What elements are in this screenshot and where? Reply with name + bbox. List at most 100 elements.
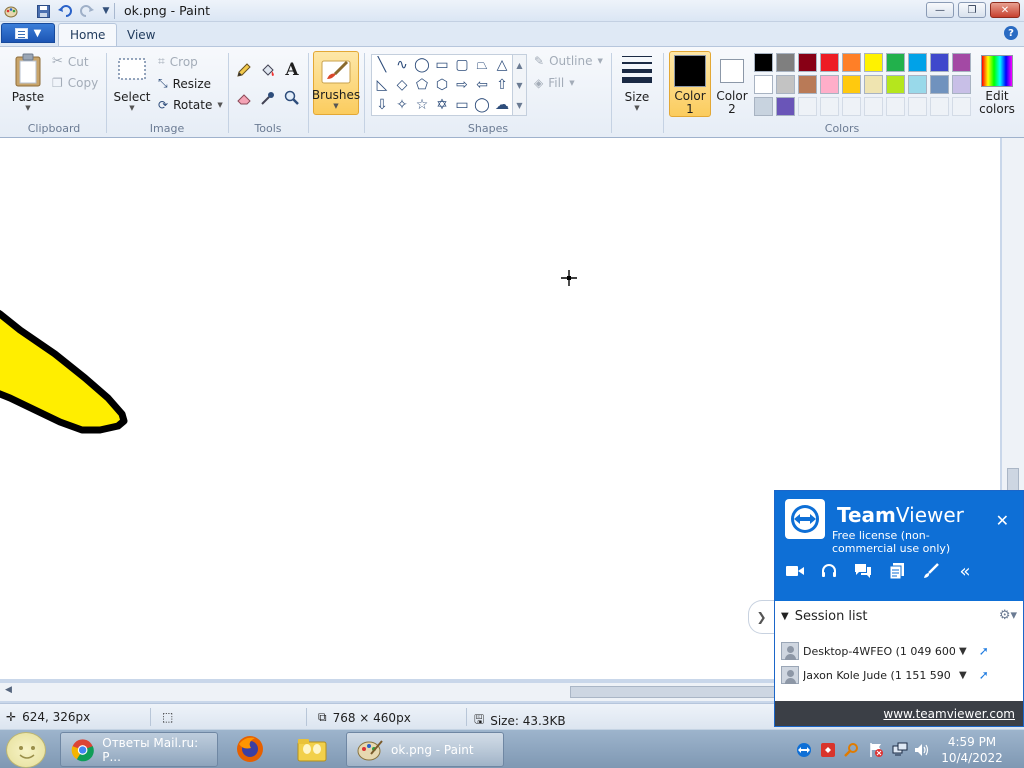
anydesk-tray-icon[interactable] <box>820 742 836 758</box>
curve-shape-icon[interactable]: ∿ <box>393 56 411 74</box>
customize-quick-access-icon[interactable]: ▼ <box>98 3 114 19</box>
cut-button[interactable]: ✂ Cut <box>52 54 89 69</box>
color-2-button[interactable]: Color 2 <box>712 52 752 116</box>
palette-color-swatch[interactable] <box>930 75 949 94</box>
search-key-tray-icon[interactable] <box>844 742 860 758</box>
rotate-button[interactable]: ⟳ Rotate ▼ <box>158 98 223 112</box>
cloud-callout-shape-icon[interactable]: ☁ <box>493 96 511 114</box>
palette-color-swatch[interactable] <box>842 53 861 72</box>
teamviewer-tray-icon[interactable] <box>796 742 812 758</box>
palette-color-swatch[interactable] <box>798 75 817 94</box>
file-explorer-icon[interactable] <box>296 734 328 764</box>
rounded-callout-shape-icon[interactable]: ▭ <box>453 96 471 114</box>
four-point-star-shape-icon[interactable]: ✧ <box>393 96 411 114</box>
palette-color-swatch[interactable] <box>864 75 883 94</box>
palette-empty-swatch[interactable] <box>864 97 883 116</box>
palette-empty-swatch[interactable] <box>820 97 839 116</box>
right-arrow-shape-icon[interactable]: ⇨ <box>453 76 471 94</box>
palette-color-swatch[interactable] <box>754 75 773 94</box>
palette-color-swatch[interactable] <box>886 75 905 94</box>
shapes-scroll[interactable]: ▲ ▼ ▼ <box>513 54 527 116</box>
session-row[interactable]: Jaxon Kole Jude (1 151 590 81 ▼ ➚ <box>781 665 1017 685</box>
session-list-header[interactable]: ▼ Session list <box>781 609 868 624</box>
palette-color-swatch[interactable] <box>798 53 817 72</box>
session-row[interactable]: Desktop-4WFEO (1 049 600 75 ▼ ➚ <box>781 641 1017 661</box>
color-1-button[interactable]: Color 1 <box>669 51 711 117</box>
select-button[interactable]: Select ▼ <box>112 53 152 112</box>
gear-icon[interactable]: ⚙▾ <box>999 608 1017 623</box>
clock[interactable]: 4:59 PM 10/4/2022 <box>936 734 1008 766</box>
tab-view[interactable]: View <box>116 23 166 46</box>
palette-empty-swatch[interactable] <box>798 97 817 116</box>
oval-shape-icon[interactable]: ◯ <box>413 56 431 74</box>
network-icon[interactable] <box>892 742 908 758</box>
palette-color-swatch[interactable] <box>908 75 927 94</box>
eraser-icon[interactable] <box>234 88 254 108</box>
headset-icon[interactable] <box>819 561 839 581</box>
cursor-pointer-icon[interactable]: ➚ <box>979 668 989 682</box>
taskbar-item-chrome[interactable]: Ответы Mail.ru: Р... <box>60 732 218 767</box>
palette-color-swatch[interactable] <box>930 53 949 72</box>
brushes-button[interactable]: Brushes ▼ <box>312 51 360 115</box>
pentagon-shape-icon[interactable]: ⬠ <box>413 76 431 94</box>
oval-callout-shape-icon[interactable]: ◯ <box>473 96 491 114</box>
five-point-star-shape-icon[interactable]: ☆ <box>413 96 431 114</box>
palette-empty-swatch[interactable] <box>952 97 971 116</box>
line-shape-icon[interactable]: ╲ <box>373 56 391 74</box>
paint-menu-button[interactable]: ▼ <box>1 23 55 43</box>
cursor-pointer-icon[interactable]: ➚ <box>979 644 989 658</box>
undo-icon[interactable] <box>57 3 73 19</box>
chat-icon[interactable] <box>853 561 873 581</box>
palette-color-swatch[interactable] <box>864 53 883 72</box>
tab-home[interactable]: Home <box>58 23 118 46</box>
minimize-button[interactable]: — <box>926 2 954 18</box>
polygon-shape-icon[interactable]: ⏢ <box>473 56 491 74</box>
palette-color-swatch[interactable] <box>820 75 839 94</box>
palette-color-swatch[interactable] <box>820 53 839 72</box>
start-button[interactable] <box>6 732 46 768</box>
magnifier-icon[interactable] <box>282 88 302 108</box>
scroll-up-icon[interactable]: ▲ <box>516 61 522 70</box>
save-icon[interactable] <box>35 3 51 19</box>
palette-color-swatch[interactable] <box>776 75 795 94</box>
palette-color-swatch[interactable] <box>754 97 773 116</box>
six-point-star-shape-icon[interactable]: ✡ <box>433 96 451 114</box>
chevron-down-icon[interactable]: ▼ <box>959 670 967 681</box>
files-icon[interactable] <box>887 561 907 581</box>
fill-bucket-icon[interactable] <box>258 60 278 80</box>
paste-button[interactable]: Paste ▼ <box>8 53 48 112</box>
expand-gallery-icon[interactable]: ▼ <box>516 101 522 110</box>
palette-color-swatch[interactable] <box>908 53 927 72</box>
size-button[interactable]: Size ▼ <box>617 53 657 112</box>
color-picker-icon[interactable] <box>258 88 278 108</box>
vertical-scroll-thumb[interactable] <box>1007 468 1019 492</box>
teamviewer-website-link[interactable]: www.teamviewer.com <box>775 701 1023 726</box>
edit-colors-button[interactable]: Edit colors <box>975 52 1019 116</box>
text-tool-icon[interactable]: A <box>282 60 302 80</box>
scroll-left-icon[interactable]: ◀ <box>5 685 12 695</box>
down-arrow-shape-icon[interactable]: ⇩ <box>373 96 391 114</box>
palette-empty-swatch[interactable] <box>886 97 905 116</box>
up-arrow-shape-icon[interactable]: ⇧ <box>493 76 511 94</box>
palette-color-swatch[interactable] <box>952 75 971 94</box>
resize-button[interactable]: ⤡ Resize <box>158 76 211 91</box>
redo-icon[interactable] <box>79 3 95 19</box>
palette-empty-swatch[interactable] <box>930 97 949 116</box>
palette-color-swatch[interactable] <box>886 53 905 72</box>
rectangle-shape-icon[interactable]: ▭ <box>433 56 451 74</box>
chevron-down-icon[interactable]: ▼ <box>959 646 967 657</box>
whiteboard-brush-icon[interactable] <box>921 561 941 581</box>
firefox-icon[interactable] <box>234 734 266 764</box>
restore-button[interactable]: ❐ <box>958 2 986 18</box>
palette-color-swatch[interactable] <box>952 53 971 72</box>
crop-button[interactable]: ⌗ Crop <box>158 54 198 69</box>
palette-color-swatch[interactable] <box>754 53 773 72</box>
copy-button[interactable]: ❐ Copy <box>52 76 98 90</box>
rounded-rectangle-shape-icon[interactable]: ▢ <box>453 56 471 74</box>
pencil-icon[interactable] <box>234 60 254 80</box>
video-icon[interactable] <box>785 561 805 581</box>
palette-empty-swatch[interactable] <box>908 97 927 116</box>
volume-icon[interactable] <box>914 742 930 758</box>
action-center-flag-icon[interactable] <box>868 742 884 758</box>
palette-color-swatch[interactable] <box>776 53 795 72</box>
